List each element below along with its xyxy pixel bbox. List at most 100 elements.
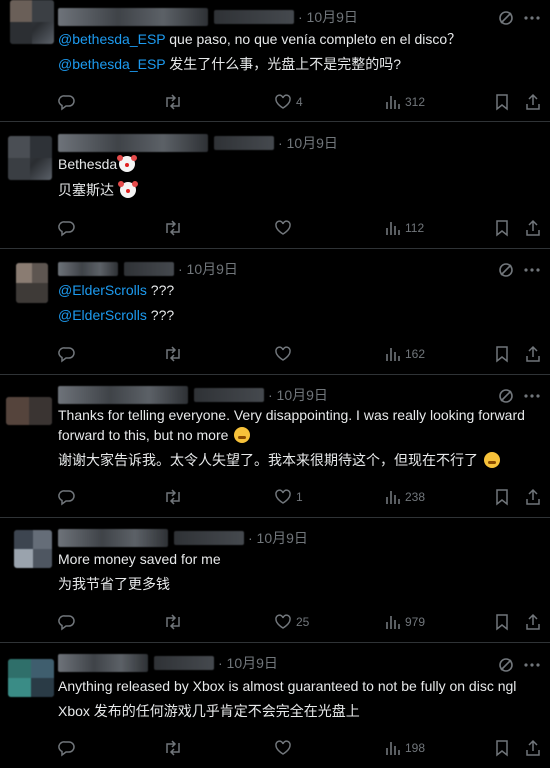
repost-button[interactable] [163,612,187,632]
reply-icon [58,347,75,363]
timestamp[interactable]: · 10月9日 [218,653,278,673]
avatar[interactable] [8,136,52,180]
repost-icon [166,489,180,505]
tweet-text-line: Thanks for telling everyone. Very disapp… [58,405,540,445]
timestamp[interactable]: · 10月9日 [278,133,338,153]
display-name[interactable] [58,654,148,672]
tweet-text-line: 谢谢大家告诉我。太令人失望了。我本来很期待这个，但现在不行了 [58,450,542,470]
reply-button[interactable] [58,344,80,364]
views-button[interactable]: 162 [385,344,425,364]
timestamp[interactable]: · 10月9日 [178,259,238,279]
bookmark-button[interactable] [494,487,510,507]
mention-link[interactable]: @bethesda_ESP [58,31,165,47]
tired-face-emoji [234,427,251,443]
share-icon [526,219,540,236]
bookmark-button[interactable] [494,344,510,364]
more-icon[interactable] [522,387,542,405]
views-button[interactable]: 198 [385,738,425,758]
views-button[interactable]: 238 [385,487,425,507]
tweet[interactable]: · 10月9日 Anything released by Xbox is alm… [0,643,550,768]
tweet[interactable]: · 10月9日 Bethesda 贝塞斯达 112 [0,122,550,249]
username[interactable] [154,656,214,670]
avatar[interactable] [16,263,48,303]
repost-button[interactable] [163,738,187,758]
like-icon [275,489,291,504]
display-name[interactable] [58,386,188,404]
bookmark-icon [496,346,508,363]
views-button[interactable]: 112 [385,218,424,238]
like-button[interactable]: 4 [274,92,303,112]
display-name[interactable] [58,134,208,152]
share-button[interactable] [524,612,542,632]
bookmark-button[interactable] [494,218,510,238]
reply-button[interactable] [58,92,80,112]
bookmark-button[interactable] [494,92,510,112]
repost-button[interactable] [163,218,187,238]
like-button[interactable]: 1 [274,487,303,507]
avatar[interactable] [8,659,54,697]
like-button[interactable] [274,738,296,758]
more-icon[interactable] [522,656,542,674]
grok-icon[interactable] [497,656,515,674]
share-button[interactable] [524,218,542,238]
like-button[interactable]: 25 [274,612,309,632]
bookmark-icon [496,489,508,506]
timestamp[interactable]: · 10月9日 [248,528,308,548]
share-button[interactable] [524,344,542,364]
clown-emoji [117,155,138,172]
avatar[interactable] [10,0,54,44]
reply-button[interactable] [58,738,80,758]
repost-icon [166,220,180,236]
views-icon [386,616,400,629]
share-icon [526,739,540,756]
tweet-text-line: @bethesda_ESP que paso, no que venía com… [58,29,542,49]
share-button[interactable] [524,92,542,112]
grok-icon[interactable] [497,261,515,279]
mention-link[interactable]: @bethesda_ESP [58,56,165,72]
repost-icon [166,740,180,756]
reply-button[interactable] [58,612,80,632]
avatar[interactable] [6,397,52,425]
tweet[interactable]: · 10月9日 Thanks for telling everyone. Ver… [0,375,550,518]
display-name[interactable] [58,262,118,276]
tweet[interactable]: · 10月9日 @bethesda_ESP que paso, no que v… [0,0,550,122]
bookmark-button[interactable] [494,612,510,632]
display-name[interactable] [58,529,168,547]
mention-link[interactable]: @ElderScrolls [58,307,147,323]
share-button[interactable] [524,738,542,758]
more-icon[interactable] [522,9,542,27]
repost-button[interactable] [163,487,187,507]
grok-icon[interactable] [497,387,515,405]
tweet-text: 贝塞斯达 [58,182,118,198]
more-icon[interactable] [522,261,542,279]
username[interactable] [214,136,274,150]
tweet-text: 谢谢大家告诉我。太令人失望了。我本来很期待这个，但现在不行了 [58,452,482,468]
reply-button[interactable] [58,218,80,238]
views-icon [386,491,400,504]
share-button[interactable] [524,487,542,507]
username[interactable] [174,531,244,545]
views-button[interactable]: 979 [385,612,425,632]
reply-icon [58,95,75,111]
mention-link[interactable]: @ElderScrolls [58,282,147,298]
tweet[interactable]: · 10月9日 @ElderScrolls ??? @ElderScrolls … [0,249,550,375]
like-button[interactable] [274,218,296,238]
username[interactable] [214,10,294,24]
timestamp[interactable]: · 10月9日 [298,7,358,27]
repost-button[interactable] [163,92,187,112]
view-count: 198 [405,741,426,755]
grok-icon[interactable] [497,9,515,27]
timestamp[interactable]: · 10月9日 [268,385,328,405]
avatar[interactable] [14,530,52,568]
tweet-text-line: 为我节省了更多钱 [58,574,542,594]
tweet[interactable]: · 10月9日 More money saved for me 为我节省了更多钱… [0,518,550,643]
display-name[interactable] [58,8,208,26]
repost-button[interactable] [163,344,187,364]
views-button[interactable]: 312 [385,92,425,112]
reply-button[interactable] [58,487,80,507]
tired-face-emoji [483,452,500,468]
username[interactable] [194,388,264,402]
username[interactable] [124,262,174,276]
like-button[interactable] [274,344,296,364]
bookmark-button[interactable] [494,738,510,758]
